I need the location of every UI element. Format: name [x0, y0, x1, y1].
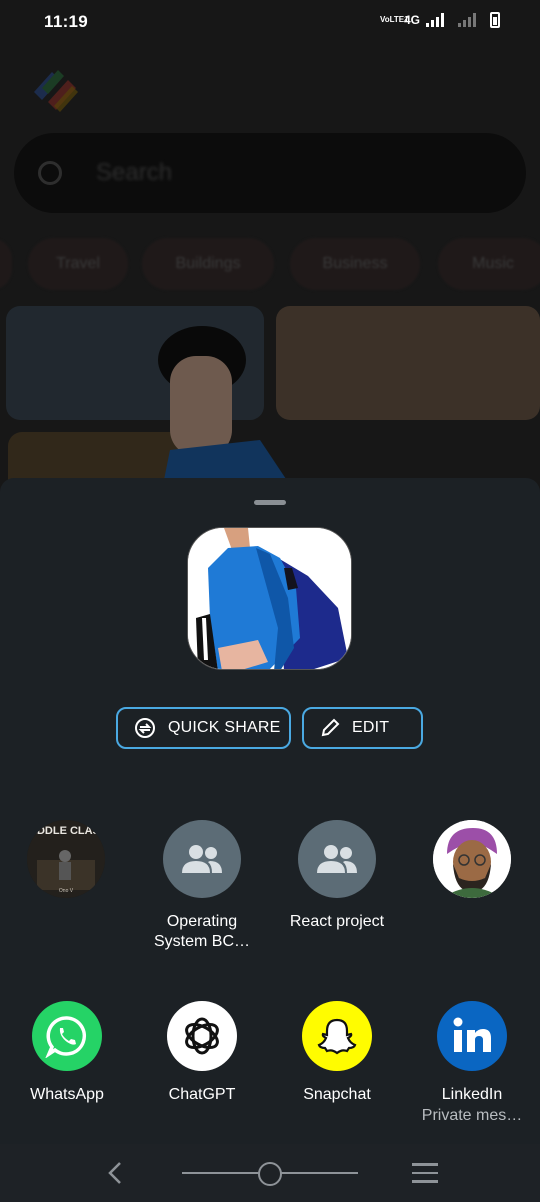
turban-avatar-icon: [433, 820, 511, 898]
background-scrim: [0, 0, 540, 500]
app-name: WhatsApp: [30, 1086, 104, 1103]
contact-name: Operating System BC…: [153, 913, 250, 950]
status-icons: VoLTE1 4G: [380, 12, 500, 28]
linkedin-icon: [437, 1001, 507, 1071]
back-icon[interactable]: [104, 1160, 126, 1186]
contact-target[interactable]: [412, 820, 532, 912]
app-name: ChatGPT: [168, 1086, 236, 1103]
contact-name: React project: [289, 913, 385, 930]
avatar-title: MIDDLE CLASS: [27, 825, 105, 837]
share-preview-image: [187, 527, 352, 670]
pencil-icon: [321, 718, 340, 737]
app-name: Snapchat: [303, 1086, 371, 1103]
contact-target[interactable]: Operating System BC…: [142, 820, 262, 952]
app-target-linkedin[interactable]: LinkedIn Private mes…: [407, 1001, 537, 1127]
sheet-drag-handle[interactable]: [254, 500, 286, 505]
quick-share-button[interactable]: QUICK SHARE: [116, 707, 291, 749]
app-target-chatgpt[interactable]: ChatGPT: [137, 1001, 267, 1105]
home-icon[interactable]: [258, 1162, 282, 1186]
share-sheet: QUICK SHARE EDIT MIDDLE CLASS Ono V Oper…: [0, 478, 540, 1144]
contact-avatar: [433, 820, 511, 898]
contact-avatar: [163, 820, 241, 898]
edit-button[interactable]: EDIT: [302, 707, 423, 749]
group-icon: [182, 845, 222, 873]
contact-target[interactable]: MIDDLE CLASS Ono V: [6, 820, 126, 912]
volte-icon: VoLTE1: [379, 15, 409, 24]
battery-icon: [490, 12, 500, 28]
contact-avatar: MIDDLE CLASS Ono V: [27, 820, 105, 898]
quick-share-icon: [135, 718, 155, 738]
whatsapp-icon: [32, 1001, 102, 1071]
edit-label: EDIT: [352, 719, 390, 736]
signal-icon: [426, 13, 444, 27]
quick-share-label: QUICK SHARE: [168, 719, 281, 736]
app-name: LinkedIn: [441, 1086, 503, 1103]
app-subtitle: Private mes…: [421, 1107, 523, 1124]
signal-icon-sim2: [458, 13, 476, 27]
contact-target[interactable]: React project: [277, 820, 397, 932]
group-icon: [317, 845, 357, 873]
status-bar: 11:19 VoLTE1 4G: [0, 0, 540, 44]
contact-avatar: [298, 820, 376, 898]
recent-apps-icon[interactable]: [412, 1163, 438, 1189]
background-app: Search Travel Buildings Business Music: [0, 0, 540, 500]
app-target-snapchat[interactable]: Snapchat: [272, 1001, 402, 1105]
app-target-whatsapp[interactable]: WhatsApp: [2, 1001, 132, 1105]
network-type: 4G: [403, 13, 420, 27]
chatgpt-icon: [167, 1001, 237, 1071]
snapchat-icon: [302, 1001, 372, 1071]
navigation-bar: [0, 1144, 540, 1202]
avatar-subtitle: Ono V: [59, 888, 74, 894]
status-time: 11:19: [44, 12, 89, 31]
